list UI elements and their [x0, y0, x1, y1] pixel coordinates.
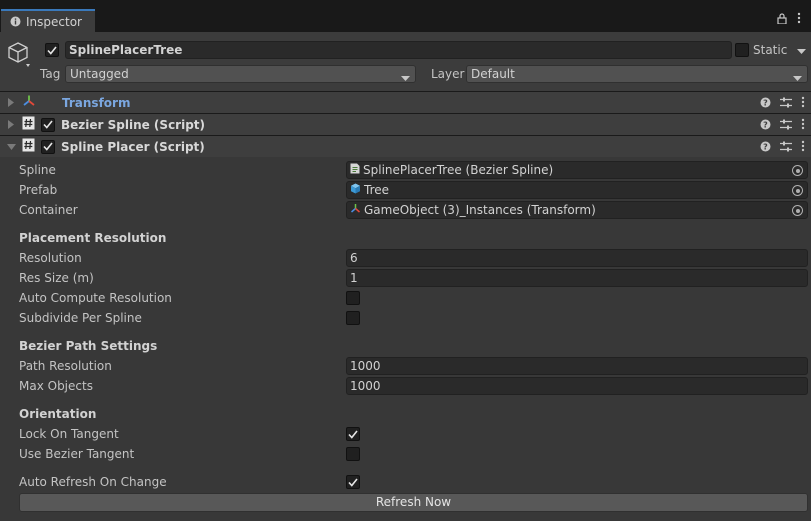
component-header-bezier-spline[interactable]: Bezier Spline (Script) ? — [0, 113, 811, 135]
script-hash-icon — [22, 138, 35, 155]
help-icon[interactable]: ? — [760, 119, 771, 133]
gameobject-name-input[interactable]: SplinePlacerTree — [65, 41, 732, 59]
component-header-transform[interactable]: Transform ? — [0, 91, 811, 113]
bezier-path-settings-header: Bezier Path Settings — [19, 339, 158, 353]
static-label: Static — [753, 43, 788, 57]
svg-text:?: ? — [763, 142, 768, 151]
layer-label: Layer — [431, 67, 465, 81]
tag-value: Untagged — [70, 67, 129, 81]
kebab-menu-icon[interactable] — [797, 12, 801, 27]
refresh-now-button[interactable]: Refresh Now — [19, 493, 808, 512]
auto-refresh-label: Auto Refresh On Change — [19, 475, 167, 489]
lock-on-tangent-label: Lock On Tangent — [19, 427, 119, 441]
component-title: Bezier Spline (Script) — [61, 117, 206, 132]
container-label: Container — [19, 203, 78, 217]
prefab-label: Prefab — [19, 183, 58, 197]
placement-resolution-header: Placement Resolution — [19, 231, 167, 245]
component-header-spline-placer[interactable]: Spline Placer (Script) ? — [0, 135, 811, 157]
lock-on-tangent-checkbox[interactable] — [346, 427, 360, 441]
max-objects-label: Max Objects — [19, 379, 93, 393]
object-picker-icon[interactable] — [792, 185, 803, 196]
foldout-expanded-icon[interactable] — [6, 142, 16, 152]
component-title: Spline Placer (Script) — [61, 139, 205, 154]
kebab-menu-icon[interactable] — [801, 140, 805, 155]
preset-sliders-icon[interactable] — [780, 97, 792, 111]
active-checkbox[interactable] — [45, 43, 59, 57]
use-bezier-tangent-checkbox[interactable] — [346, 447, 360, 461]
preset-sliders-icon[interactable] — [780, 141, 792, 155]
lock-icon[interactable] — [777, 12, 787, 27]
path-resolution-label: Path Resolution — [19, 359, 112, 373]
orientation-header: Orientation — [19, 407, 97, 421]
kebab-menu-icon[interactable] — [801, 96, 805, 111]
chevron-down-icon — [401, 71, 410, 85]
spline-value: SplinePlacerTree (Bezier Spline) — [363, 163, 554, 177]
auto-compute-resolution-checkbox[interactable] — [346, 291, 360, 305]
resolution-label: Resolution — [19, 251, 82, 265]
prefab-value: Tree — [364, 183, 390, 197]
auto-compute-resolution-label: Auto Compute Resolution — [19, 291, 172, 305]
tab-title: Inspector — [26, 14, 82, 29]
script-hash-icon — [22, 116, 35, 133]
max-objects-input[interactable]: 1000 — [346, 377, 808, 395]
gameobject-cube-icon[interactable] — [7, 41, 31, 72]
static-dropdown-arrow-icon[interactable] — [797, 44, 806, 58]
info-icon — [9, 16, 21, 28]
container-value: GameObject (3)_Instances (Transform) — [364, 203, 596, 217]
tag-dropdown[interactable]: Untagged — [65, 65, 416, 83]
foldout-collapsed-icon[interactable] — [6, 120, 16, 130]
component-enabled-checkbox[interactable] — [41, 117, 55, 132]
foldout-collapsed-icon[interactable] — [6, 98, 16, 108]
auto-refresh-checkbox[interactable] — [346, 475, 360, 489]
tag-label: Tag — [40, 67, 61, 81]
spline-object-field[interactable]: SplinePlacerTree (Bezier Spline) — [346, 161, 808, 179]
help-icon[interactable]: ? — [760, 141, 771, 155]
component-enabled-checkbox[interactable] — [41, 139, 55, 154]
svg-text:?: ? — [763, 98, 768, 107]
prefab-cube-icon — [350, 183, 361, 197]
res-size-input[interactable]: 1 — [346, 269, 808, 287]
chevron-down-icon — [793, 71, 802, 85]
layer-dropdown[interactable]: Default — [466, 65, 808, 83]
layer-value: Default — [471, 67, 515, 81]
transform-axes-icon — [22, 94, 36, 111]
subdivide-per-spline-label: Subdivide Per Spline — [19, 311, 142, 325]
transform-axes-icon — [350, 203, 361, 217]
bezier-spline-script-icon — [350, 163, 360, 177]
res-size-label: Res Size (m) — [19, 271, 94, 285]
resolution-input[interactable]: 6 — [346, 249, 808, 267]
subdivide-per-spline-checkbox[interactable] — [346, 311, 360, 325]
prefab-object-field[interactable]: Tree — [346, 181, 808, 199]
component-title: Transform — [62, 95, 131, 110]
object-picker-icon[interactable] — [792, 205, 803, 216]
help-icon[interactable]: ? — [760, 97, 771, 111]
tab-bar — [0, 0, 811, 32]
kebab-menu-icon[interactable] — [801, 118, 805, 133]
object-picker-icon[interactable] — [792, 165, 803, 176]
tab-inspector[interactable]: Inspector — [1, 9, 95, 32]
use-bezier-tangent-label: Use Bezier Tangent — [19, 447, 135, 461]
container-object-field[interactable]: GameObject (3)_Instances (Transform) — [346, 201, 808, 219]
svg-text:?: ? — [763, 120, 768, 129]
static-checkbox[interactable] — [735, 43, 749, 57]
spline-label: Spline — [19, 163, 56, 177]
preset-sliders-icon[interactable] — [780, 119, 792, 133]
path-resolution-input[interactable]: 1000 — [346, 357, 808, 375]
